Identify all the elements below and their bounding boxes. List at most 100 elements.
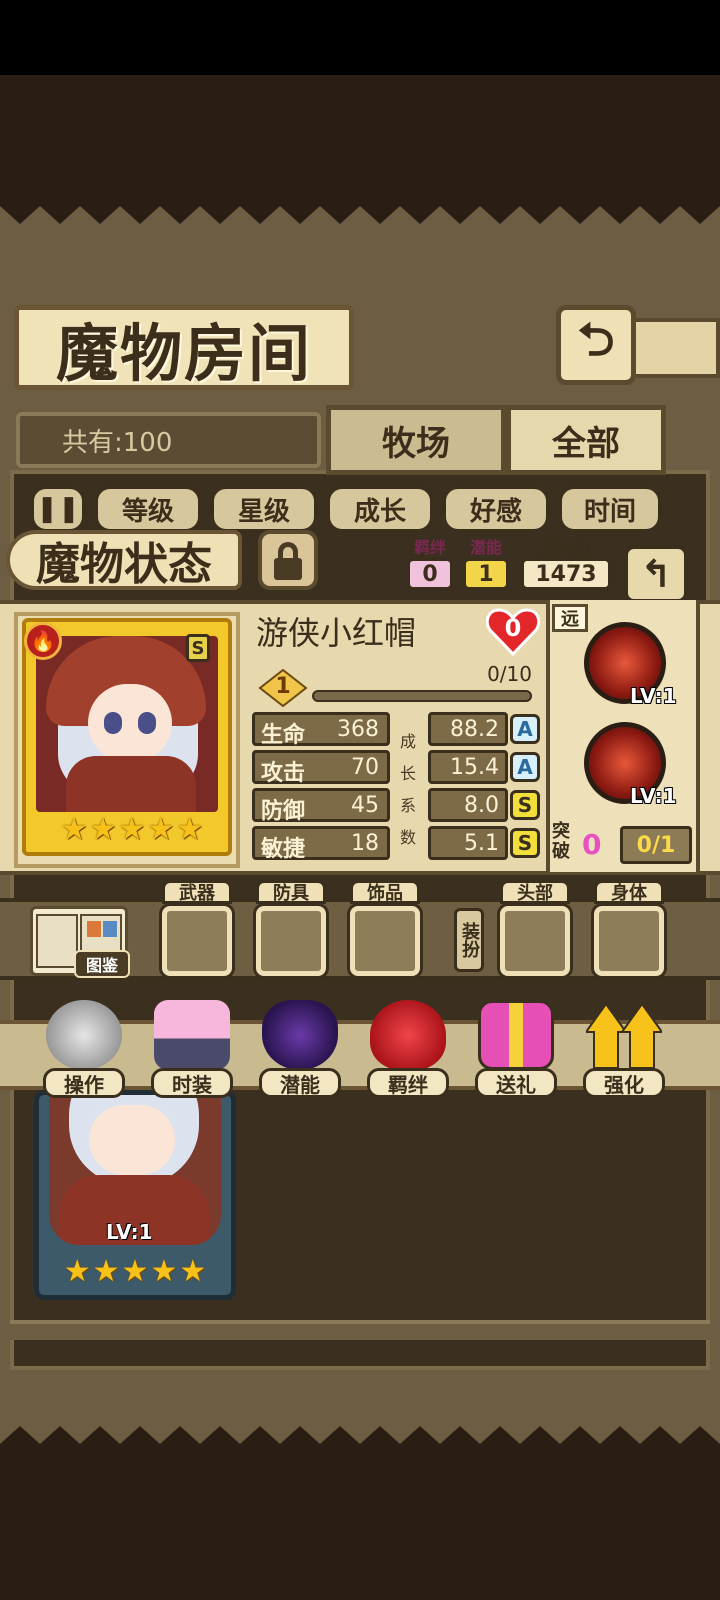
zigzag-border-top (0, 196, 720, 224)
tab-label: 全部 (552, 423, 620, 464)
star-icon: ★ (147, 812, 175, 847)
stat-label: 攻击 (261, 761, 306, 786)
pause-icon: ❚❚ (36, 494, 80, 524)
stat-row-defense: 防御 45 8.0 S (252, 788, 542, 824)
lock-button[interactable] (258, 530, 318, 590)
sort-time-button[interactable]: 时间 (558, 485, 662, 533)
affection-value: 0 (504, 614, 522, 642)
stat-label: 防御 (261, 799, 306, 824)
growth-value: 5.1 (464, 831, 499, 856)
action-label: 操作 (43, 1068, 125, 1098)
range-tag: 远 (552, 604, 588, 632)
roster-card-stars: ★ ★ ★ ★ ★ (64, 1254, 207, 1294)
head-slot[interactable] (500, 906, 570, 976)
status-back-button[interactable]: ↰ (624, 545, 688, 603)
potential-button[interactable]: 潜能 (252, 1000, 348, 1108)
operate-button[interactable]: 操作 (36, 1000, 132, 1108)
sort-label: 好感 (469, 496, 522, 527)
monster-name-text: 游侠小红帽 (256, 614, 417, 652)
xp-text: 0/10 (487, 662, 532, 686)
bond-value: 0 (407, 558, 453, 590)
demon-icon (262, 1000, 338, 1070)
status-title: 魔物状态 (6, 530, 242, 590)
slot-label: 饰品 (350, 880, 420, 904)
sort-star-button[interactable]: 星级 (210, 485, 318, 533)
background-top (0, 75, 720, 200)
bond-button[interactable]: 羁绊 (360, 1000, 456, 1108)
star-icon: ★ (179, 1254, 207, 1289)
portrait-eye (104, 712, 122, 734)
armor-slot[interactable] (256, 906, 326, 976)
sort-level-button[interactable]: 等级 (94, 485, 202, 533)
bond-label: 羁绊 (413, 538, 446, 557)
weapon-slot[interactable] (162, 906, 232, 976)
dress-up-text: 装扮 (459, 922, 480, 958)
return-arrow-icon: ↰ (640, 552, 672, 596)
stat-row-agility: 敏捷 18 5.1 S (252, 826, 542, 862)
star-icon: ★ (121, 1254, 149, 1289)
gift-button[interactable]: 送礼 (468, 1000, 564, 1108)
star-icon: ★ (60, 812, 88, 847)
dress-up-label: 装扮 (454, 908, 484, 972)
star-icon: ★ (176, 812, 204, 847)
encyclopedia-label: 图鉴 (74, 950, 130, 978)
rarity-badge-text: S (191, 637, 205, 659)
growth-coefficient-label: 成 (399, 732, 416, 751)
back-button[interactable]: ⮌ (556, 305, 636, 385)
stat-label: 生命 (261, 723, 306, 748)
screen-title: 魔物房间 (55, 316, 312, 390)
growth-box: 5.1 (428, 826, 508, 860)
growth-coefficient-label: 系 (399, 796, 416, 815)
tab-label: 牧场 (382, 423, 450, 464)
body-slot[interactable] (594, 906, 664, 976)
sort-growth-button[interactable]: 成长 (326, 485, 434, 533)
bond-stat: 羁绊 0 (406, 540, 454, 590)
potential-label: 潜能 (469, 538, 502, 557)
stat-box: 敏捷 18 (252, 826, 390, 862)
growth-box: 88.2 (428, 712, 508, 746)
stat-value: 18 (351, 831, 379, 856)
status-title-text: 魔物状态 (36, 539, 212, 590)
skill-level: LV:1 (630, 784, 677, 808)
action-label: 送礼 (475, 1068, 557, 1098)
growth-coefficient-label: 数 (399, 828, 416, 847)
star-icon: ★ (92, 1254, 120, 1289)
stat-value: 368 (337, 717, 379, 742)
fire-icon: 🔥 (24, 622, 62, 660)
grade-badge: S (510, 790, 540, 820)
status-bar (0, 0, 720, 75)
sort-label: 时间 (583, 496, 636, 527)
lock-icon-body (274, 558, 302, 580)
outfit-button[interactable]: 时装 (144, 1000, 240, 1108)
stat-value: 70 (351, 755, 379, 780)
power-label: 战斗力 (541, 538, 590, 557)
level-value: 1 (275, 674, 291, 699)
action-label: 时装 (151, 1068, 233, 1098)
stat-box: 生命 368 (252, 712, 390, 748)
tab-pasture[interactable]: 牧场 (326, 405, 506, 475)
growth-coefficient-label: 长 (399, 764, 416, 783)
affection-heart[interactable]: 0 (485, 608, 541, 657)
star-icon: ★ (63, 1254, 91, 1289)
slot-label: 身体 (594, 880, 664, 904)
breakthrough-progress: 0/1 (620, 826, 692, 864)
monster-count-text: 共有:100 (62, 427, 173, 458)
grade-badge: A (510, 752, 540, 782)
action-label: 强化 (583, 1068, 665, 1098)
sort-affection-button[interactable]: 好感 (442, 485, 550, 533)
portrait-cloak (66, 756, 196, 812)
sort-order-toggle[interactable]: ❚❚ (30, 485, 86, 533)
growth-box: 8.0 (428, 788, 508, 822)
tab-all[interactable]: 全部 (506, 405, 666, 475)
enhance-button[interactable]: 强化 (576, 1000, 672, 1108)
star-icon: ★ (118, 812, 146, 847)
sort-label: 等级 (121, 496, 174, 527)
accessory-slot[interactable] (350, 906, 420, 976)
power-stat: 战斗力 1473 (520, 540, 612, 590)
roster-card-level: LV:1 (106, 1220, 153, 1244)
potential-value: 1 (463, 558, 509, 590)
stat-row-hp: 生命 368 88.2 A (252, 712, 542, 748)
range-tag-text: 远 (561, 609, 579, 630)
sort-label: 星级 (237, 496, 290, 527)
growth-value: 15.4 (450, 755, 499, 780)
